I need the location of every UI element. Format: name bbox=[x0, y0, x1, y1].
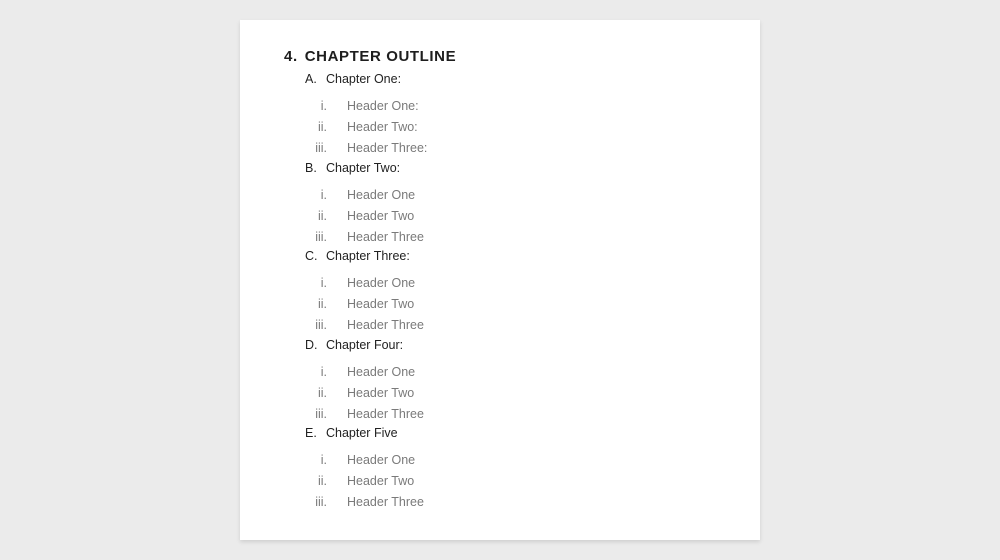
chapter-letter: D. bbox=[305, 338, 318, 352]
chapter-letter: B. bbox=[305, 161, 317, 175]
header-numeral: i. bbox=[320, 365, 327, 379]
header-item: ii. Header Two bbox=[310, 209, 414, 223]
header-numeral: iii. bbox=[315, 495, 327, 509]
chapter-item: B. Chapter Two: bbox=[305, 161, 400, 175]
header-label: Header Three bbox=[347, 495, 424, 509]
chapter-title: Chapter Four: bbox=[326, 338, 404, 352]
header-item: ii. Header Two bbox=[310, 474, 414, 488]
header-item: ii. Header Two bbox=[310, 386, 414, 400]
header-label: Header One bbox=[347, 453, 416, 467]
header-numeral: i. bbox=[320, 453, 327, 467]
header-label: Header Two: bbox=[347, 120, 418, 134]
section-number: 4. bbox=[284, 48, 298, 65]
section-title: 4. CHAPTER OUTLINE bbox=[284, 48, 456, 65]
header-item: i. Header One bbox=[310, 365, 415, 379]
header-numeral: ii. bbox=[317, 474, 327, 488]
header-label: Header One bbox=[347, 276, 416, 290]
header-numeral: iii. bbox=[315, 230, 327, 244]
header-item: iii. Header Three bbox=[310, 407, 424, 421]
chapter-item: D. Chapter Four: bbox=[305, 338, 403, 352]
header-numeral: i. bbox=[320, 276, 327, 290]
header-numeral: ii. bbox=[317, 386, 327, 400]
header-numeral: ii. bbox=[317, 209, 327, 223]
header-item: iii. Header Three bbox=[310, 230, 424, 244]
chapter-title: Chapter Two: bbox=[326, 161, 401, 175]
header-item: iii. Header Three: bbox=[310, 141, 427, 155]
header-numeral: ii. bbox=[317, 120, 327, 134]
chapter-letter: E. bbox=[305, 426, 317, 440]
header-item: i. Header One bbox=[310, 276, 415, 290]
header-label: Header Two bbox=[347, 386, 415, 400]
header-label: Header Three bbox=[347, 230, 424, 244]
header-item: i. Header One: bbox=[310, 99, 419, 113]
header-label: Header One: bbox=[347, 99, 419, 113]
header-item: ii. Header Two: bbox=[310, 120, 418, 134]
header-numeral: iii. bbox=[315, 318, 327, 332]
chapter-title: Chapter One: bbox=[326, 72, 402, 86]
header-numeral: ii. bbox=[317, 297, 327, 311]
chapter-letter: A. bbox=[305, 72, 317, 86]
chapter-title: Chapter Five bbox=[326, 426, 398, 440]
section-title-text: CHAPTER OUTLINE bbox=[304, 48, 457, 65]
chapter-item: E. Chapter Five bbox=[305, 426, 398, 440]
header-numeral: i. bbox=[320, 188, 327, 202]
header-numeral: i. bbox=[320, 99, 327, 113]
header-label: Header Two bbox=[347, 297, 415, 311]
header-item: i. Header One bbox=[310, 453, 415, 467]
chapter-letter: C. bbox=[305, 249, 318, 263]
header-item: iii. Header Three bbox=[310, 495, 424, 509]
chapter-title: Chapter Three: bbox=[326, 249, 410, 263]
document-page: 4. CHAPTER OUTLINE A. Chapter One: i. Header… bbox=[240, 20, 760, 540]
header-label: Header One bbox=[347, 188, 416, 202]
chapter-item: C. Chapter Three: bbox=[305, 249, 410, 263]
header-item: iii. Header Three bbox=[310, 318, 424, 332]
header-label: Header Three: bbox=[347, 141, 428, 155]
header-label: Header One bbox=[347, 365, 416, 379]
header-label: Header Two bbox=[347, 474, 415, 488]
header-label: Header Two bbox=[347, 209, 415, 223]
header-label: Header Three bbox=[347, 318, 424, 332]
header-item: i. Header One bbox=[310, 188, 415, 202]
header-numeral: iii. bbox=[315, 141, 327, 155]
header-item: ii. Header Two bbox=[310, 297, 414, 311]
chapter-item: A. Chapter One: bbox=[305, 72, 401, 86]
header-numeral: iii. bbox=[315, 407, 327, 421]
header-label: Header Three bbox=[347, 407, 424, 421]
